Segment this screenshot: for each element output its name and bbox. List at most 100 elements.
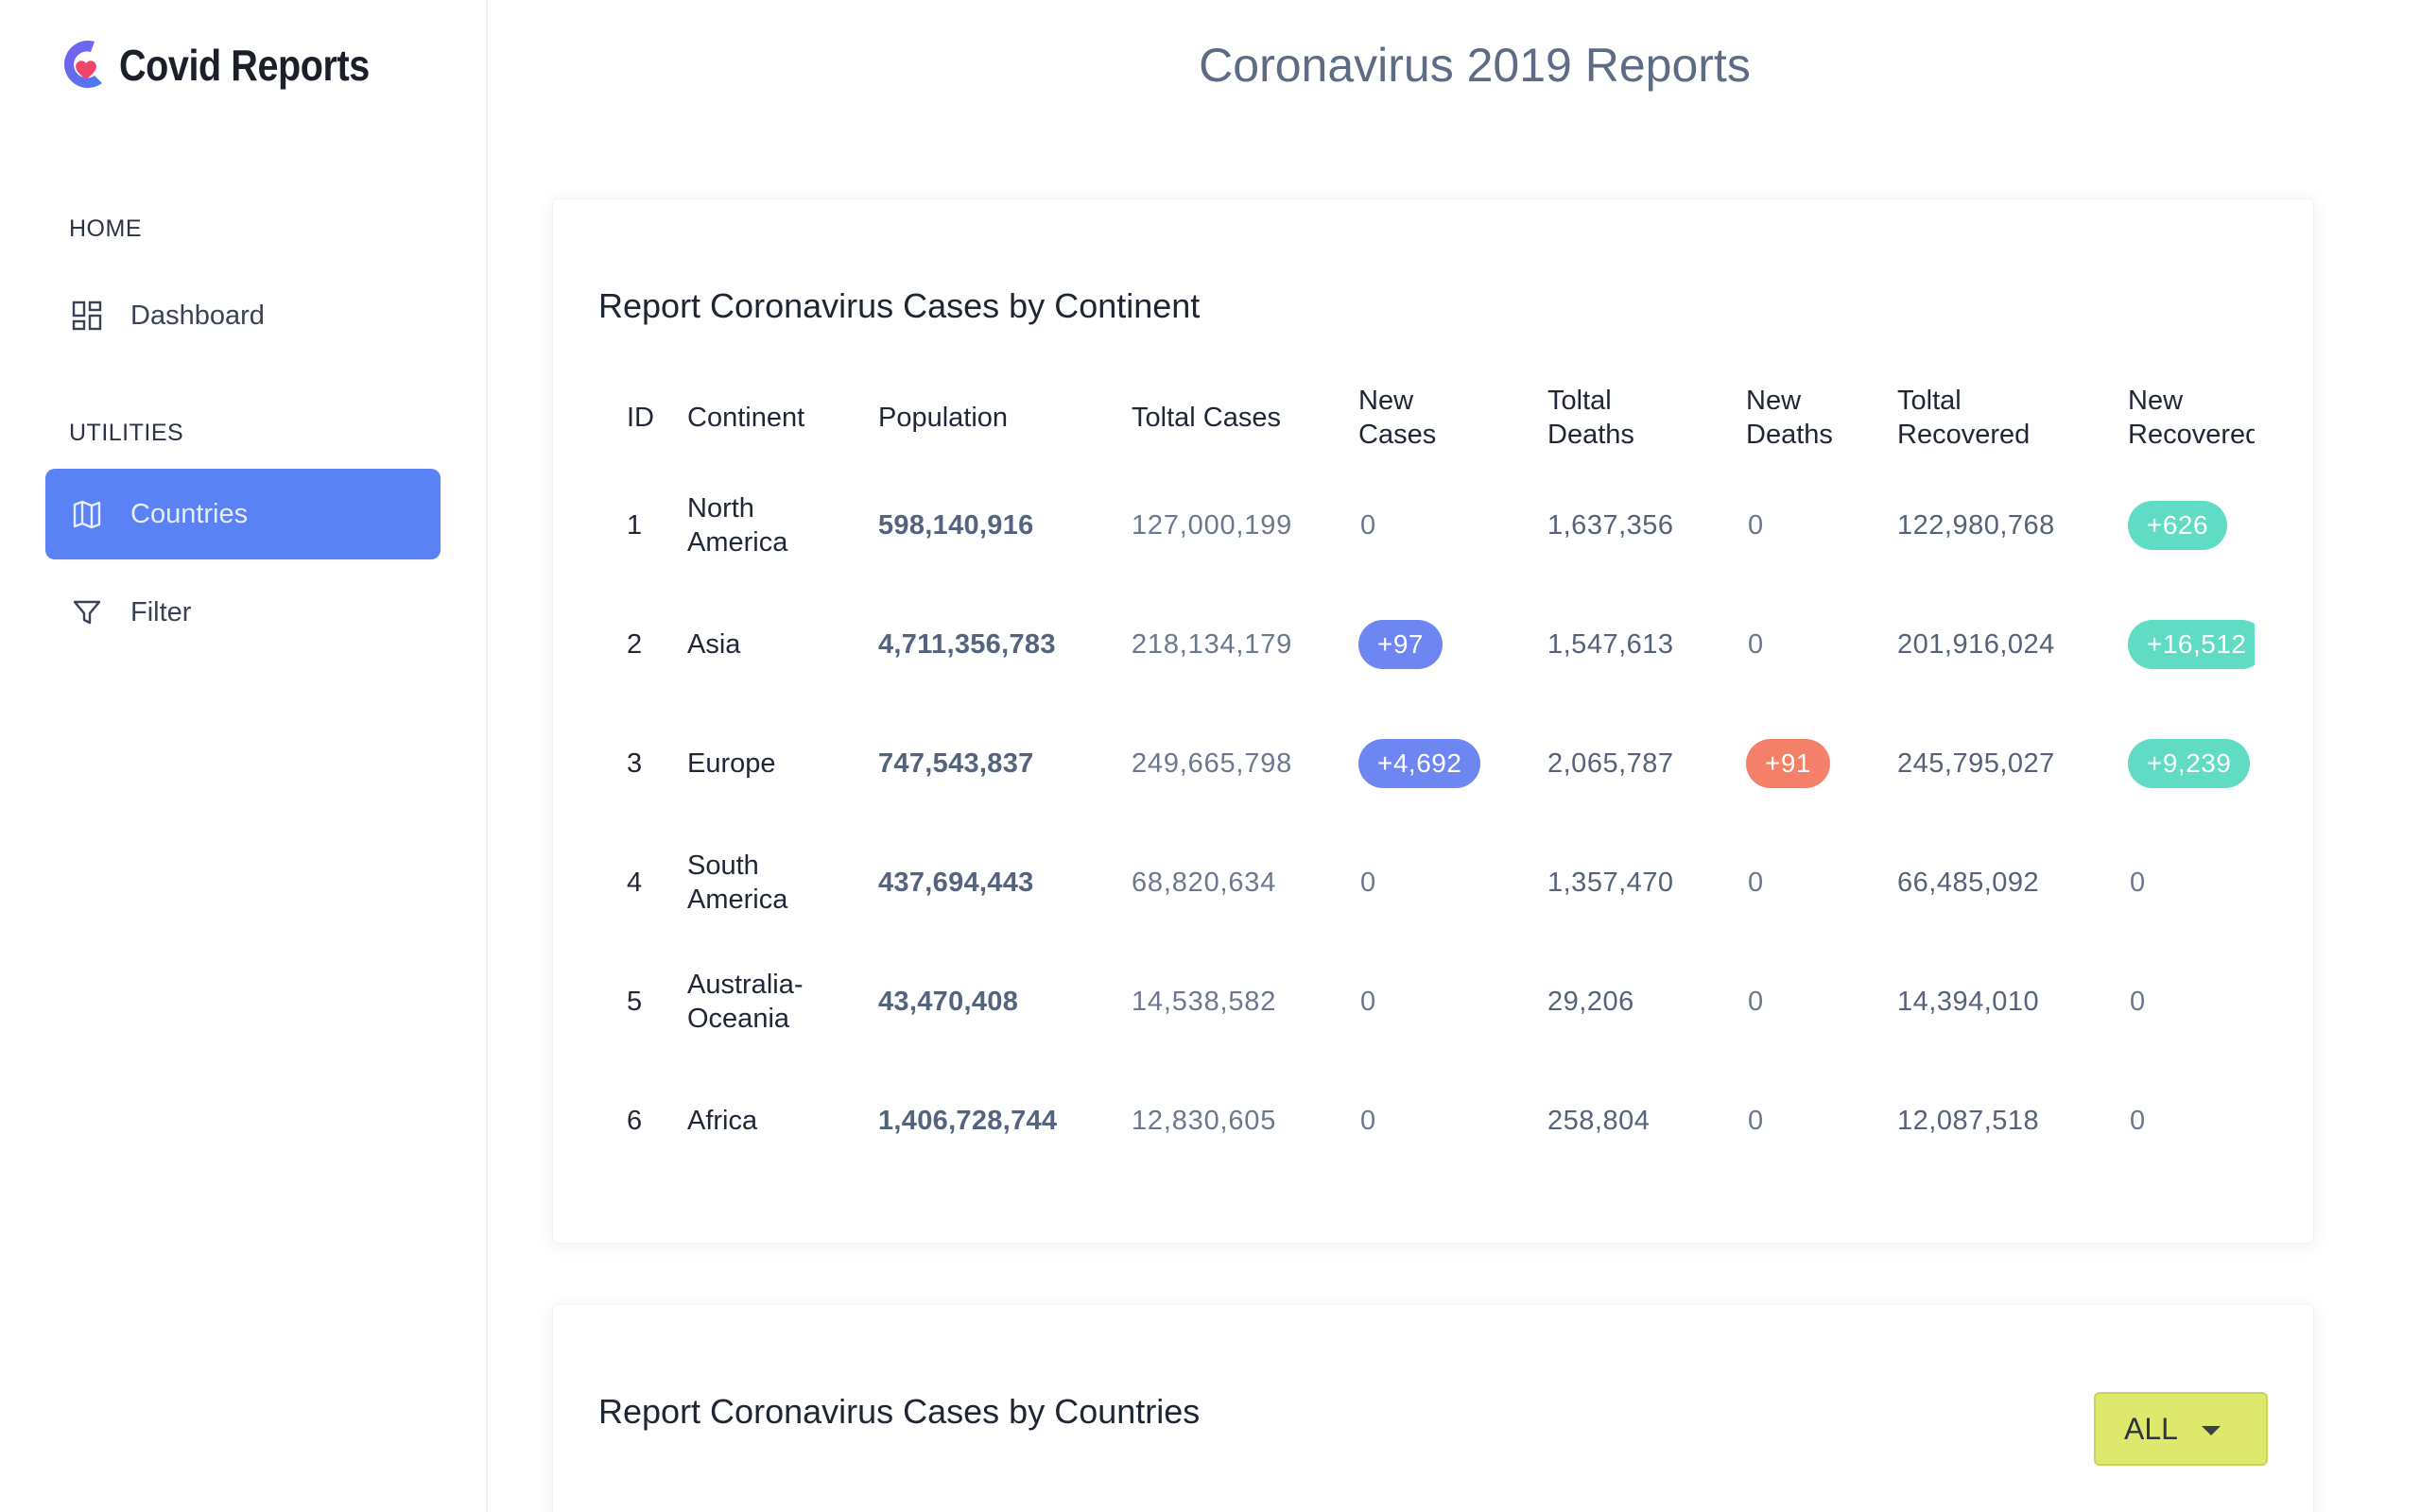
cell-total-cases: 14,538,582 (1132, 942, 1358, 1061)
cell-new-cases: 0 (1358, 942, 1547, 1061)
cell-total-cases: 68,820,634 (1132, 823, 1358, 942)
continents-table: ID Continent Population Toltal Cases New Case… (598, 369, 2255, 1180)
continents-table-scroll[interactable]: ID Continent Population Toltal Cases New Case… (598, 369, 2255, 1243)
column-header-total-cases[interactable]: Toltal Cases (1132, 369, 1358, 466)
cell-id: 4 (598, 823, 687, 942)
cell-total-cases: 12,830,605 (1132, 1061, 1358, 1180)
filter-select-value: ALL (2124, 1411, 2178, 1446)
cell-id: 1 (598, 466, 687, 585)
column-header-text: Recovered (1897, 420, 2031, 450)
column-header-text: New (1746, 386, 1802, 416)
cell-value: 245,795,027 (1897, 748, 2055, 779)
cell-total-deaths: 1,637,356 (1547, 466, 1746, 585)
column-header-total-recovered[interactable]: Toltal Recovered (1897, 369, 2128, 466)
cell-new-cases: +97 (1358, 585, 1547, 704)
column-header-text: Toltal (1897, 386, 1962, 416)
delta-badge: +4,692 (1358, 739, 1481, 788)
cell-total-recovered: 66,485,092 (1897, 823, 2128, 942)
column-header-text: Population (878, 403, 1009, 433)
continent-name: Asia (687, 629, 741, 660)
cell-value: 1,637,356 (1547, 510, 1674, 541)
cell-total-recovered: 14,394,010 (1897, 942, 2128, 1061)
cell-total-deaths: 29,206 (1547, 942, 1746, 1061)
cell-population: 747,543,837 (878, 704, 1132, 823)
continent-filter-select[interactable]: ALL (2094, 1392, 2268, 1466)
cell-continent: Africa (687, 1061, 878, 1180)
sidebar-item-countries[interactable]: Countries (45, 469, 441, 559)
table-row[interactable]: 2 Asia 4,711,356,783 218,134,179 +97 1,547,61… (598, 585, 2255, 704)
chevron-down-icon (2202, 1426, 2221, 1435)
cell-total-recovered: 201,916,024 (1897, 585, 2128, 704)
table-header-row: ID Continent Population Toltal Cases New Case… (598, 369, 2255, 466)
cell-value: 0 (1748, 629, 1764, 660)
cell-population: 598,140,916 (878, 466, 1132, 585)
cell-value: 0 (1748, 510, 1764, 541)
sidebar-item-dashboard[interactable]: Dashboard (45, 270, 441, 361)
cell-value: 201,916,024 (1897, 629, 2055, 660)
sidebar-item-filter[interactable]: Filter (45, 567, 441, 658)
continent-name: Oceania (687, 1004, 790, 1034)
cell-value: 1,547,613 (1547, 629, 1674, 660)
cell-value: 29,206 (1547, 987, 1634, 1017)
table-row[interactable]: 5 Australia- Oceania 43,470,408 14,538,582 0 2… (598, 942, 2255, 1061)
cell-id: 6 (598, 1061, 687, 1180)
table-row[interactable]: 1 North America 598,140,916 127,000,199 0 1,63… (598, 466, 2255, 585)
cell-new-recovered: 0 (2128, 823, 2255, 942)
sidebar-item-label: Countries (130, 498, 249, 529)
continent-name: America (687, 527, 788, 558)
cell-total-deaths: 1,547,613 (1547, 585, 1746, 704)
table-row[interactable]: 3 Europe 747,543,837 249,665,798 +4,692 2,065… (598, 704, 2255, 823)
cell-new-deaths: 0 (1746, 466, 1897, 585)
cell-population: 43,470,408 (878, 942, 1132, 1061)
cell-value: 598,140,916 (878, 510, 1034, 541)
cell-total-recovered: 245,795,027 (1897, 704, 2128, 823)
column-header-new-recovered[interactable]: New Recovered (2128, 369, 2255, 466)
column-header-text: Deaths (1746, 420, 1833, 450)
column-header-text: Recovered (2128, 420, 2255, 450)
cell-total-deaths: 258,804 (1547, 1061, 1746, 1180)
column-header-id[interactable]: ID (598, 369, 687, 466)
cell-continent: Asia (687, 585, 878, 704)
cell-value: 1 (627, 510, 643, 541)
cell-value: 122,980,768 (1897, 510, 2055, 541)
continents-card: Report Coronavirus Cases by Continent ID… (552, 198, 2314, 1244)
cell-new-deaths: 0 (1746, 823, 1897, 942)
continents-card-title: Report Coronavirus Cases by Continent (598, 286, 1201, 325)
cell-value: 4 (627, 868, 643, 898)
cell-total-recovered: 122,980,768 (1897, 466, 2128, 585)
cell-value: 14,394,010 (1897, 987, 2040, 1017)
delta-badge: +626 (2128, 501, 2228, 550)
column-header-new-cases[interactable]: New Cases (1358, 369, 1547, 466)
cell-value: 1,406,728,744 (878, 1106, 1058, 1136)
cell-new-recovered: 0 (2128, 942, 2255, 1061)
table-row[interactable]: 6 Africa 1,406,728,744 12,830,605 0 258,804 0 1… (598, 1061, 2255, 1180)
cell-new-deaths: 0 (1746, 585, 1897, 704)
column-header-text: New (2128, 386, 2184, 416)
cell-value: 258,804 (1547, 1106, 1651, 1136)
cell-id: 3 (598, 704, 687, 823)
countries-card-title: Report Coronavirus Cases by Countries (598, 1392, 1201, 1431)
sidebar: Covid Reports HOME Dashboard UTILITIES C… (0, 0, 488, 1512)
table-row[interactable]: 4 South America 437,694,443 68,820,634 0 1,357… (598, 823, 2255, 942)
cell-new-recovered: +626 (2128, 466, 2255, 585)
cell-new-deaths: 0 (1746, 942, 1897, 1061)
column-header-population[interactable]: Population (878, 369, 1132, 466)
dashboard-icon (68, 297, 106, 335)
app-root: Covid Reports HOME Dashboard UTILITIES C… (0, 0, 2420, 1512)
cell-continent: Europe (687, 704, 878, 823)
logo-text: Covid Reports (119, 41, 370, 90)
cell-value: 4,711,356,783 (878, 629, 1056, 660)
column-header-text: Toltal (1547, 386, 1612, 416)
column-header-continent[interactable]: Continent (687, 369, 878, 466)
cell-value: 249,665,798 (1132, 748, 1293, 779)
column-header-total-deaths[interactable]: Toltal Deaths (1547, 369, 1746, 466)
column-header-text: Continent (687, 403, 805, 433)
cell-new-cases: +4,692 (1358, 704, 1547, 823)
app-logo[interactable]: Covid Reports (57, 34, 410, 96)
cell-value: 68,820,634 (1132, 868, 1277, 898)
cell-total-cases: 218,134,179 (1132, 585, 1358, 704)
column-header-text: New (1358, 386, 1414, 416)
cell-value: 43,470,408 (878, 987, 1019, 1017)
cell-value: 0 (2130, 868, 2146, 898)
column-header-new-deaths[interactable]: New Deaths (1746, 369, 1897, 466)
